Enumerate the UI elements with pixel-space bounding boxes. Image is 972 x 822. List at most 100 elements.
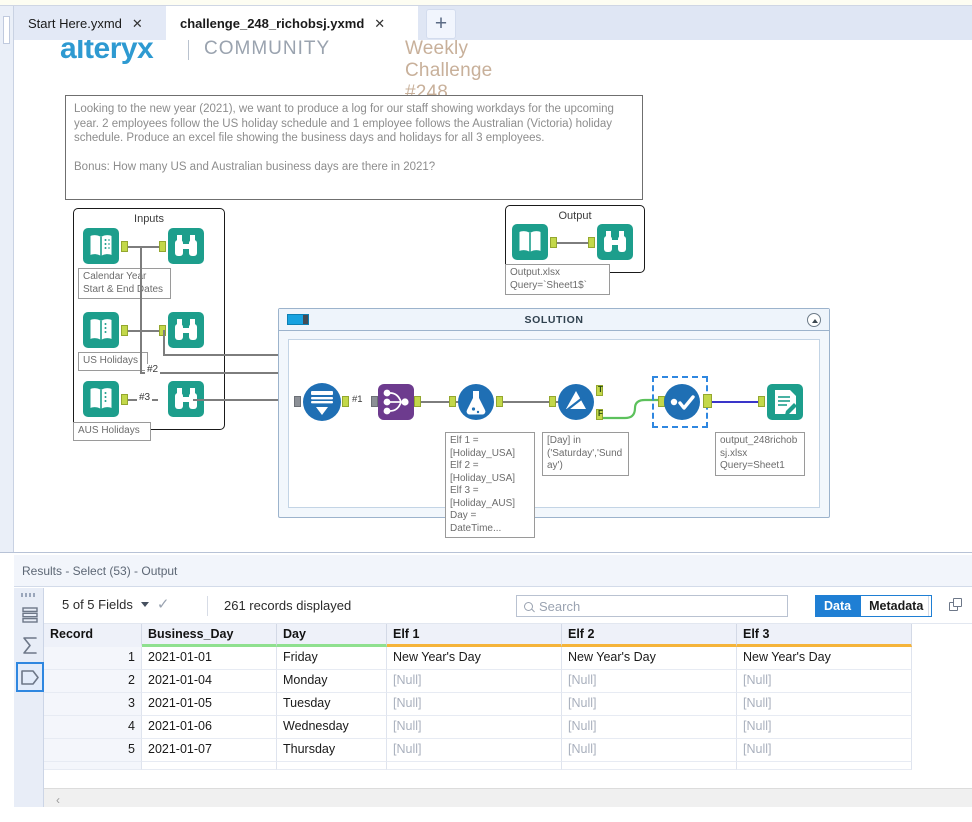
chevron-left-icon[interactable]: ‹ xyxy=(56,793,60,807)
select-records-oval-icon[interactable] xyxy=(663,383,701,421)
container-title: Output xyxy=(558,210,592,222)
chevron-up-icon[interactable] xyxy=(807,313,821,327)
tool-container-solution[interactable]: SOLUTION xyxy=(278,308,830,518)
cell-elf-1: New Year's Day xyxy=(387,647,562,670)
table-view-glyph xyxy=(22,607,38,623)
results-data-grid[interactable]: Record Business_Day Day Elf 1 Elf 2 Elf … xyxy=(44,624,916,770)
input-data-icon-output-xlsx[interactable] xyxy=(512,224,548,260)
column-header-elf-1[interactable]: Elf 1 xyxy=(387,624,562,647)
results-side-toolbar xyxy=(14,588,44,822)
fields-selector[interactable]: 5 of 5 Fields ✓ xyxy=(62,597,169,612)
cell-elf-3 xyxy=(737,762,912,770)
results-toolbar: 5 of 5 Fields ✓ 261 records displayed Se… xyxy=(44,588,972,624)
browse-binoculars-icon[interactable] xyxy=(597,224,633,260)
close-icon[interactable]: ✕ xyxy=(132,17,143,30)
input-data-icon-calendar[interactable] xyxy=(83,228,119,264)
new-tab-button[interactable]: + xyxy=(426,9,456,39)
input-anchor[interactable] xyxy=(588,237,595,248)
output-anchor[interactable] xyxy=(342,396,349,407)
copy-icon-front xyxy=(953,598,962,607)
window-bottom-bar xyxy=(0,807,972,822)
cell-day: Wednesday xyxy=(277,716,387,739)
output-anchor[interactable] xyxy=(496,396,503,407)
input-anchor[interactable] xyxy=(449,396,456,407)
browse-binoculars-icon[interactable] xyxy=(168,228,204,264)
input-anchor[interactable] xyxy=(549,396,556,407)
community-label: COMMUNITY xyxy=(204,40,331,59)
output-anchor[interactable] xyxy=(550,237,557,248)
filter-tool-icon[interactable] xyxy=(557,383,595,421)
column-header-elf-2[interactable]: Elf 2 xyxy=(562,624,737,647)
sigma-summary-icon[interactable] xyxy=(19,632,41,658)
tab-data[interactable]: Data xyxy=(815,595,861,617)
cell-day: Friday xyxy=(277,647,387,670)
search-placeholder: Search xyxy=(539,598,581,614)
output-anchor[interactable] xyxy=(121,325,128,336)
table-row[interactable]: 2 2021-01-04 Monday [Null] [Null] [Null] xyxy=(44,670,916,693)
input-anchor[interactable] xyxy=(758,396,765,407)
check-icon[interactable]: ✓ xyxy=(157,597,170,612)
workflow-tab-challenge-248[interactable]: challenge_248_richobsj.yxmd ✕ xyxy=(166,6,418,40)
cell-elf-2: New Year's Day xyxy=(562,647,737,670)
input-anchor[interactable] xyxy=(294,396,301,407)
workflow-canvas[interactable]: alteryx COMMUNITY Weekly Challenge #248 … xyxy=(15,40,972,552)
description-paragraph-2: Bonus: How many US and Australian busine… xyxy=(74,160,436,173)
input-anchor[interactable] xyxy=(371,396,378,407)
column-header-elf-3[interactable]: Elf 3 xyxy=(737,624,912,647)
results-panel: Results - Select (53) - Output 5 of 5 Fi… xyxy=(0,552,972,822)
tag-field-icon[interactable] xyxy=(16,662,44,692)
solution-container-header[interactable]: SOLUTION xyxy=(279,309,829,331)
solution-container-body xyxy=(288,339,820,508)
cell-day: Thursday xyxy=(277,739,387,762)
column-header-record[interactable]: Record xyxy=(44,624,142,647)
toolbar-divider xyxy=(207,596,208,616)
input-data-icon-aus-holidays[interactable] xyxy=(83,381,119,417)
output-anchor[interactable] xyxy=(121,394,128,405)
output-anchor[interactable] xyxy=(414,396,421,407)
filter-true-anchor[interactable]: T xyxy=(596,385,603,396)
cell-business-day: 2021-01-06 xyxy=(142,716,277,739)
cell-record xyxy=(44,762,142,770)
annotation-formula: Elf 1 = [Holiday_USA] Elf 2 = [Holiday_U… xyxy=(445,432,535,538)
tab-metadata[interactable]: Metadata xyxy=(860,595,933,617)
connection-line xyxy=(140,372,285,374)
formula-flask-icon[interactable] xyxy=(457,383,495,421)
table-row[interactable]: 3 2021-01-05 Tuesday [Null] [Null] [Null… xyxy=(44,693,916,716)
cell-elf-1 xyxy=(387,762,562,770)
close-icon[interactable]: ✕ xyxy=(374,17,385,30)
join-multiple-icon[interactable] xyxy=(378,384,414,420)
filter-false-anchor[interactable]: F xyxy=(596,409,603,420)
chevron-down-icon[interactable] xyxy=(140,602,149,607)
tab-label: Start Here.yxmd xyxy=(28,15,122,31)
cell-record: 1 xyxy=(44,647,142,670)
input-anchor[interactable] xyxy=(159,241,166,252)
output-anchor[interactable] xyxy=(121,241,128,252)
results-title: Results - Select (53) - Output xyxy=(22,564,178,578)
left-rail xyxy=(0,6,14,552)
copy-icon[interactable] xyxy=(949,598,964,613)
connection-label-2: #2 xyxy=(145,364,161,375)
cell-elf-3: New Year's Day xyxy=(737,647,912,670)
table-row[interactable]: 5 2021-01-07 Thursday [Null] [Null] [Nul… xyxy=(44,739,916,762)
table-row[interactable]: 1 2021-01-01 Friday New Year's Day New Y… xyxy=(44,647,916,670)
column-header-day[interactable]: Day xyxy=(277,624,387,647)
output-anchor[interactable] xyxy=(703,394,712,408)
anchor-label-true: T xyxy=(598,385,603,394)
search-input[interactable]: Search xyxy=(516,595,788,617)
column-header-business-day[interactable]: Business_Day xyxy=(142,624,277,647)
table-view-icon[interactable] xyxy=(19,602,41,628)
cell-elf-2: [Null] xyxy=(562,693,737,716)
workflow-tab-start-here[interactable]: Start Here.yxmd ✕ xyxy=(14,6,166,40)
workflow-tab-bar: Start Here.yxmd ✕ challenge_248_richobsj… xyxy=(14,6,972,40)
toolbar-divider xyxy=(928,596,929,616)
sigma-glyph xyxy=(22,636,37,654)
input-data-icon-us-holidays[interactable] xyxy=(83,312,119,348)
browse-binoculars-icon[interactable] xyxy=(168,312,204,348)
cell-elf-1: [Null] xyxy=(387,716,562,739)
drag-grip-icon[interactable] xyxy=(21,593,37,597)
output-data-icon[interactable] xyxy=(766,383,804,421)
select-tool-icon[interactable] xyxy=(302,382,342,422)
description-paragraph-1: Looking to the new year (2021), we want … xyxy=(74,103,614,144)
horizontal-scrollbar[interactable]: ‹ xyxy=(44,788,972,808)
table-row[interactable]: 4 2021-01-06 Wednesday [Null] [Null] [Nu… xyxy=(44,716,916,739)
